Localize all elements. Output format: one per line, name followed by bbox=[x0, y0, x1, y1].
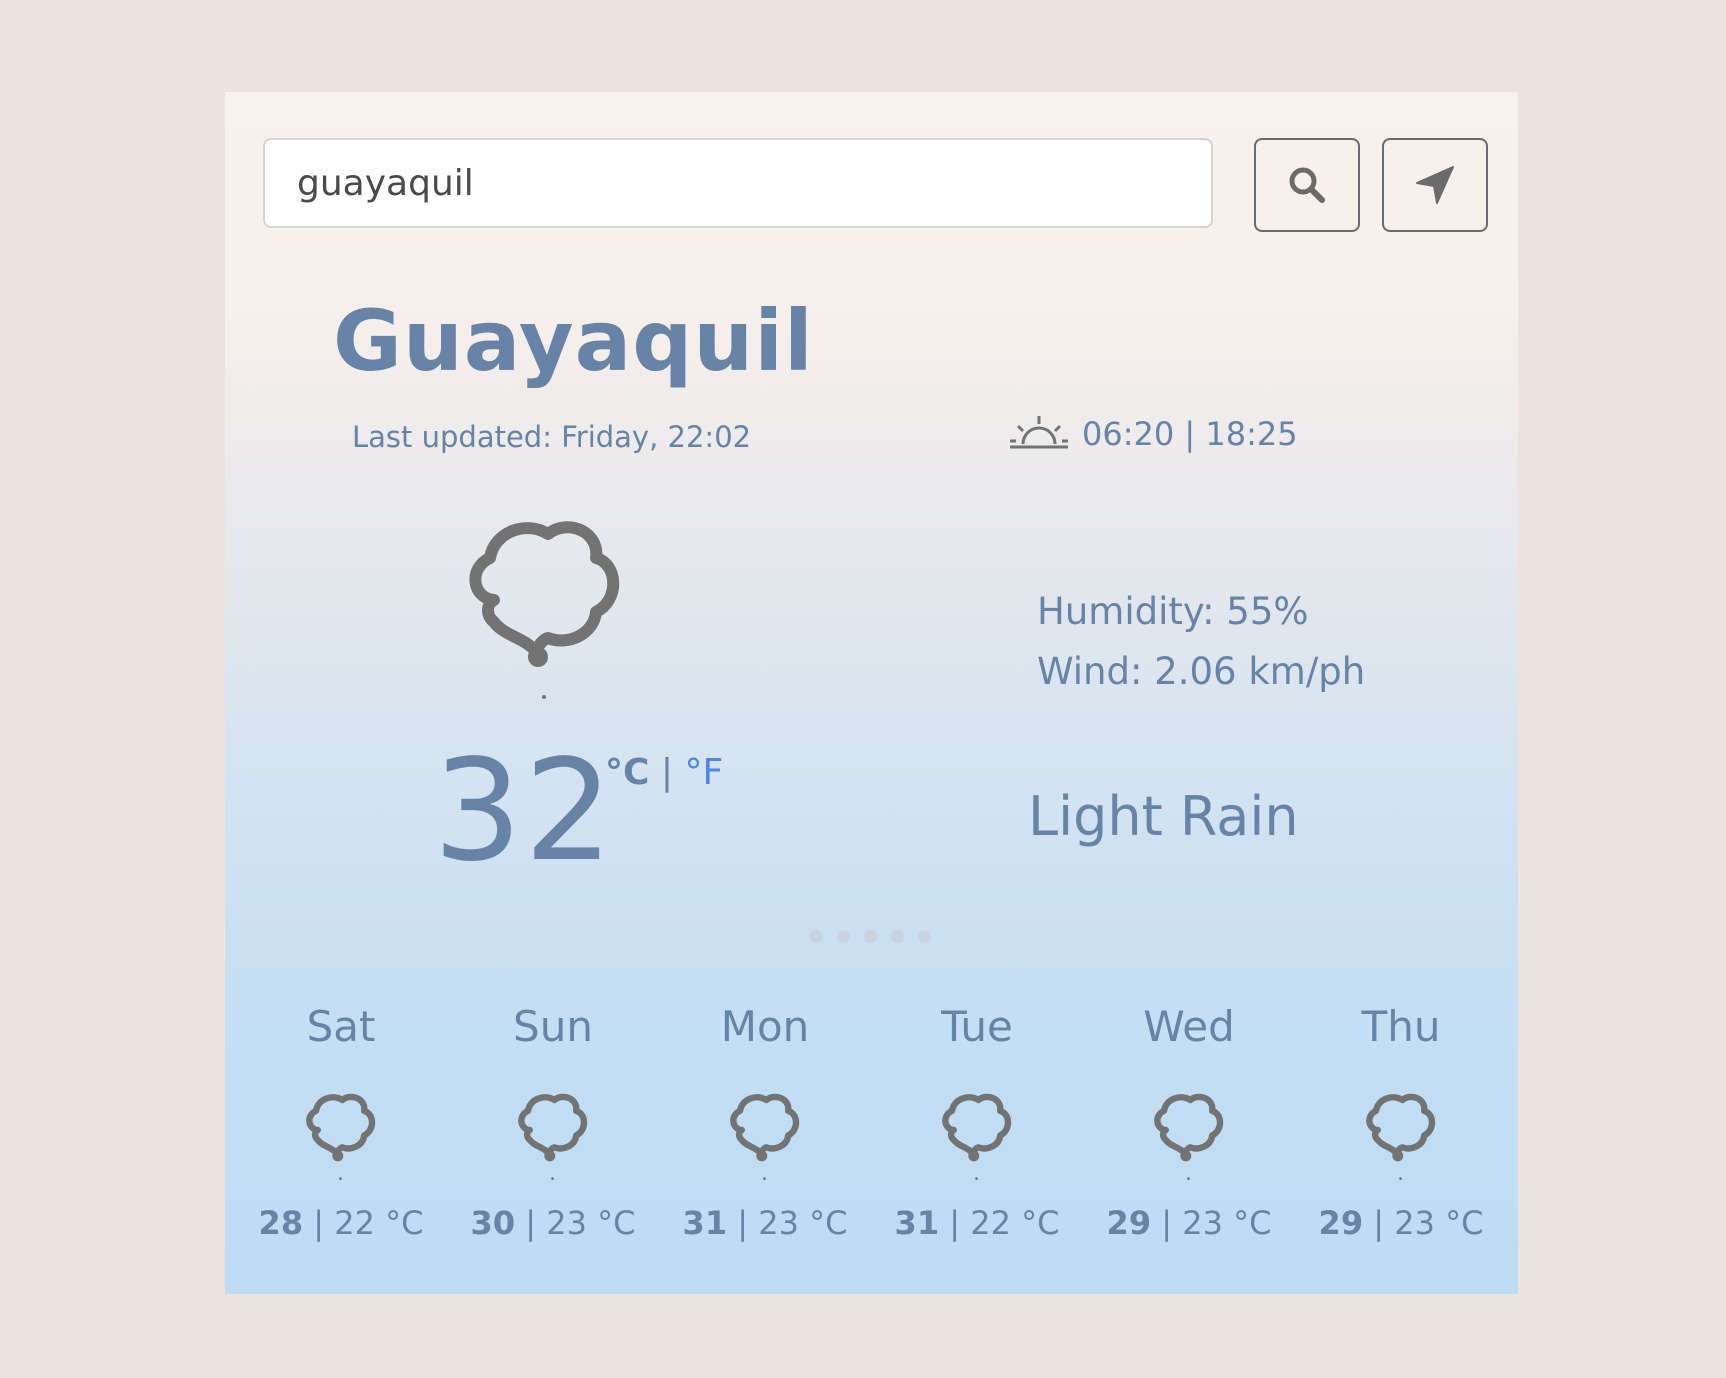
rain-cloud-icon bbox=[1154, 1093, 1224, 1180]
current-temperature: 32 bbox=[433, 730, 616, 893]
rain-cloud-icon bbox=[730, 1093, 800, 1180]
wind: Wind: 2.06 km/ph bbox=[1037, 650, 1366, 693]
forecast-low: | 23 °C bbox=[515, 1204, 636, 1242]
forecast-day-name: Sat bbox=[306, 1002, 376, 1051]
forecast-icon-wrap bbox=[235, 1090, 447, 1190]
divider-dot bbox=[891, 930, 904, 943]
forecast-day: Thu 29 | 23 °C bbox=[1295, 992, 1507, 1242]
forecast-temps: 31 | 22 °C bbox=[871, 1204, 1083, 1242]
forecast-low: | 22 °C bbox=[939, 1204, 1060, 1242]
divider-dots bbox=[810, 930, 931, 943]
last-updated: Last updated: Friday, 22:02 bbox=[352, 420, 752, 454]
forecast-temps: 29 | 23 °C bbox=[1083, 1204, 1295, 1242]
divider-dot bbox=[864, 930, 877, 943]
forecast-icon-wrap bbox=[1083, 1090, 1295, 1190]
forecast-high: 31 bbox=[682, 1204, 728, 1242]
rain-cloud-icon bbox=[518, 1093, 588, 1180]
forecast-high: 28 bbox=[258, 1204, 304, 1242]
sun-times: 06:20 | 18:25 bbox=[1008, 414, 1298, 454]
rain-cloud-icon bbox=[469, 521, 620, 699]
forecast-day: Mon 31 | 23 °C bbox=[659, 992, 871, 1242]
forecast-day-name: Wed bbox=[1143, 1002, 1235, 1051]
forecast-day: Tue 31 | 22 °C bbox=[871, 992, 1083, 1242]
current-weather-icon bbox=[450, 512, 640, 736]
rain-cloud-icon bbox=[306, 1093, 376, 1180]
forecast-temps: 31 | 23 °C bbox=[659, 1204, 871, 1242]
divider-dot bbox=[837, 930, 850, 943]
current-location-button[interactable] bbox=[1382, 138, 1488, 232]
forecast-temps: 29 | 23 °C bbox=[1295, 1204, 1507, 1242]
search-button[interactable] bbox=[1254, 138, 1360, 232]
weather-card: Guayaquil Last updated: Friday, 22:02 06… bbox=[225, 92, 1518, 1294]
city-name: Guayaquil bbox=[333, 292, 814, 390]
forecast-temps: 28 | 22 °C bbox=[235, 1204, 447, 1242]
divider-dot bbox=[810, 930, 823, 943]
forecast-row: Sat 28 | 22 °C Sun 30 | 23 °C Mon 31 | 2… bbox=[235, 992, 1507, 1242]
forecast-high: 29 bbox=[1106, 1204, 1152, 1242]
forecast-high: 31 bbox=[894, 1204, 940, 1242]
forecast-low: | 23 °C bbox=[1363, 1204, 1484, 1242]
forecast-day-name: Sun bbox=[513, 1002, 593, 1051]
forecast-high: 29 bbox=[1318, 1204, 1364, 1242]
weather-description: Light Rain bbox=[1028, 785, 1299, 848]
city-search-input[interactable] bbox=[263, 138, 1213, 228]
weather-metrics: Humidity: 55% Wind: 2.06 km/ph bbox=[1037, 582, 1365, 702]
fahrenheit-link[interactable]: °F bbox=[684, 752, 723, 793]
unit-toggle: °C | °F bbox=[605, 752, 723, 793]
rain-cloud-icon bbox=[942, 1093, 1012, 1180]
forecast-day: Sun 30 | 23 °C bbox=[447, 992, 659, 1242]
forecast-low: | 22 °C bbox=[303, 1204, 424, 1242]
forecast-icon-wrap bbox=[871, 1090, 1083, 1190]
forecast-temps: 30 | 23 °C bbox=[447, 1204, 659, 1242]
forecast-day: Wed 29 | 23 °C bbox=[1083, 992, 1295, 1242]
unit-separator: | bbox=[649, 752, 685, 793]
humidity: Humidity: 55% bbox=[1037, 590, 1309, 633]
sun-times-text: 06:20 | 18:25 bbox=[1082, 415, 1298, 453]
forecast-day-name: Tue bbox=[941, 1002, 1013, 1051]
sunrise-icon bbox=[1010, 416, 1068, 449]
forecast-low: | 23 °C bbox=[1151, 1204, 1272, 1242]
forecast-icon-wrap bbox=[659, 1090, 871, 1190]
location-arrow-icon bbox=[1416, 166, 1454, 204]
forecast-low: | 23 °C bbox=[727, 1204, 848, 1242]
search-icon bbox=[1289, 167, 1325, 203]
forecast-day-name: Mon bbox=[720, 1002, 810, 1051]
forecast-day: Sat 28 | 22 °C bbox=[235, 992, 447, 1242]
celsius-unit[interactable]: °C bbox=[605, 752, 649, 793]
forecast-icon-wrap bbox=[447, 1090, 659, 1190]
forecast-high: 30 bbox=[470, 1204, 516, 1242]
forecast-icon-wrap bbox=[1295, 1090, 1507, 1190]
divider-dot bbox=[918, 930, 931, 943]
rain-cloud-icon bbox=[1366, 1093, 1436, 1180]
forecast-day-name: Thu bbox=[1361, 1002, 1441, 1051]
